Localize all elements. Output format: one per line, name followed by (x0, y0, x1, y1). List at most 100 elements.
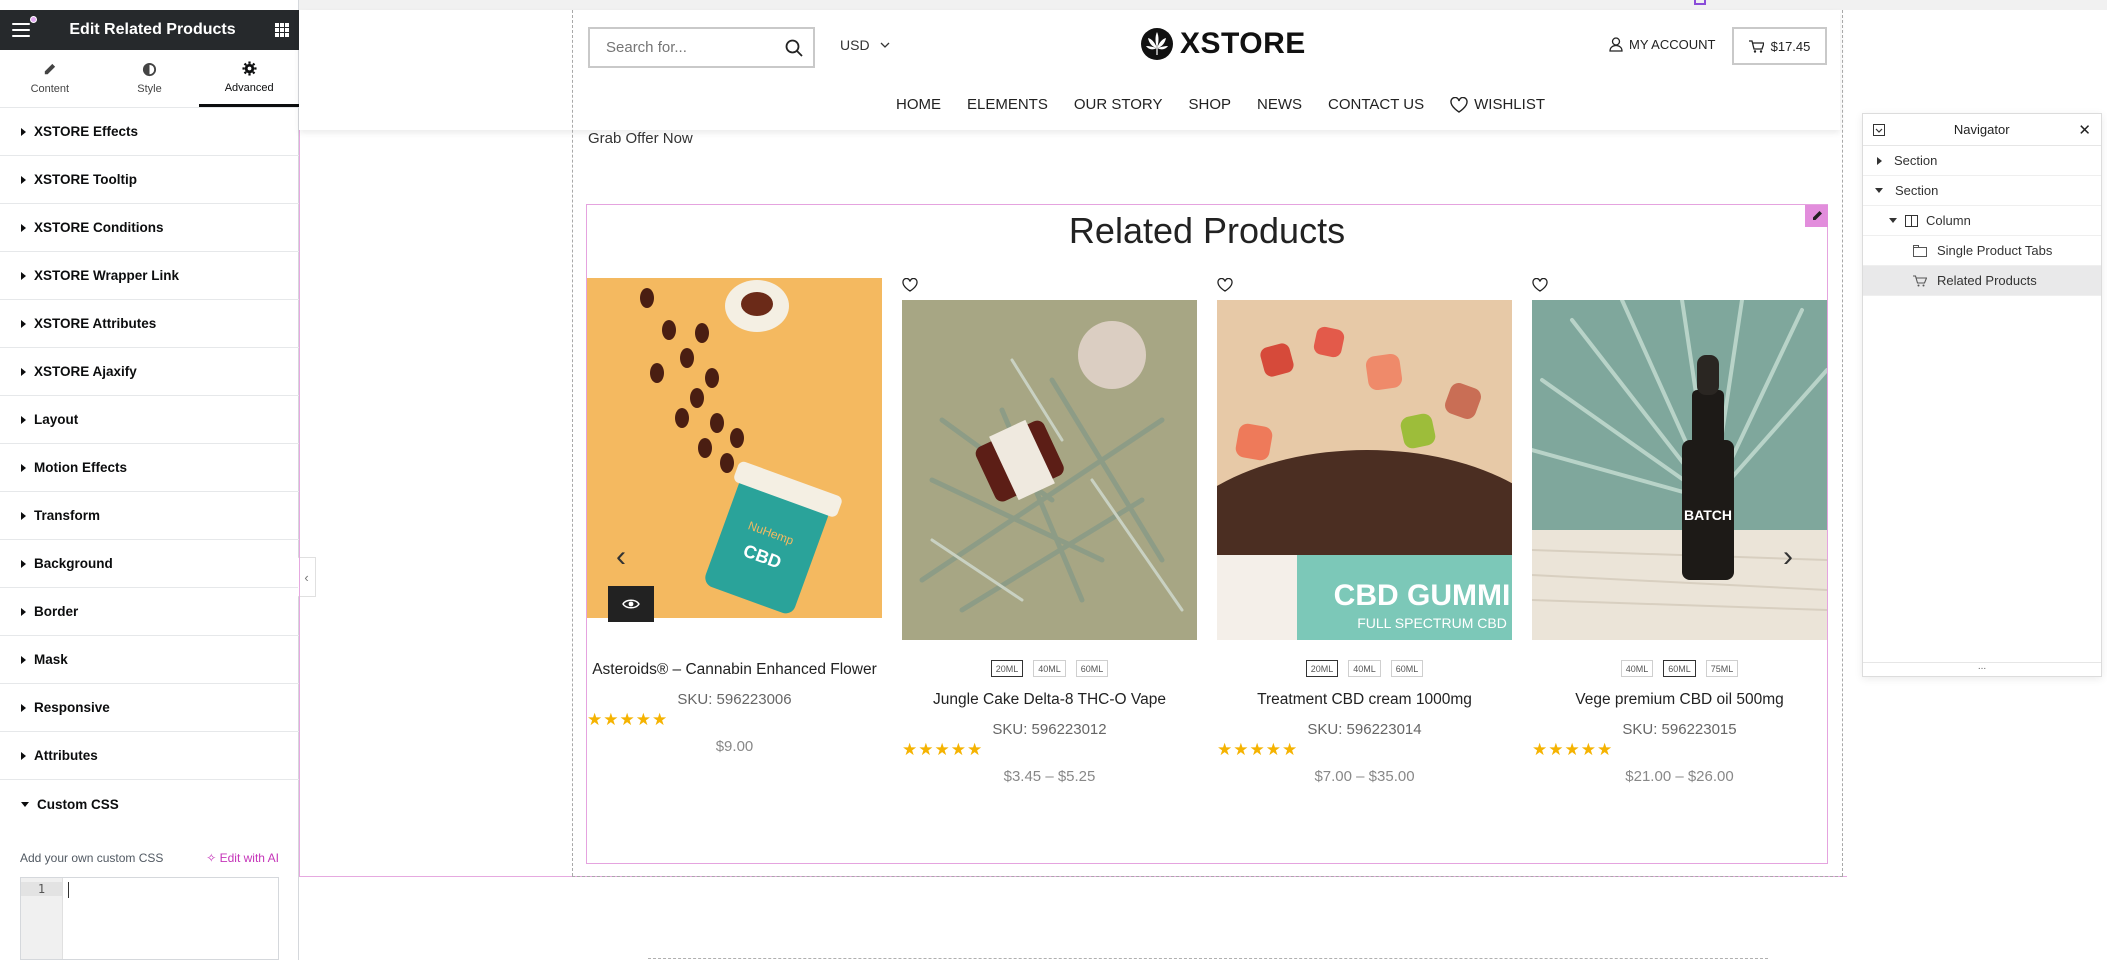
caret-right-icon (21, 319, 26, 328)
swatch-option[interactable]: 40ML (1620, 660, 1654, 677)
cbd-gummies-image: CBD GUMMIE FULL SPECTRUM CBD (1217, 300, 1512, 640)
section-outline-left (299, 10, 300, 876)
nav-item-shop[interactable]: SHOP (1189, 96, 1232, 113)
svg-text:CBD GUMMIE: CBD GUMMIE (1334, 579, 1512, 612)
section-border[interactable]: Border (0, 588, 299, 636)
product-sku: SKU: 596223006 (677, 691, 792, 708)
swatch-option[interactable]: 40ML (1033, 660, 1066, 677)
section-responsive[interactable]: Responsive (0, 684, 299, 732)
site-logo[interactable]: XSTORE (1140, 27, 1306, 61)
quick-view-button[interactable] (608, 586, 654, 622)
grab-offer-text: Grab Offer Now (588, 130, 693, 147)
search-input[interactable] (606, 39, 766, 56)
navigator-item-related-products[interactable]: Related Products (1863, 266, 2101, 296)
section-xstore-ajaxify[interactable]: XSTORE Ajaxify (0, 348, 299, 396)
swatch-option[interactable]: 20ML (1305, 660, 1339, 677)
edit-handle-icon[interactable] (1694, 0, 1706, 5)
section-custom-css[interactable]: Custom CSS (0, 780, 299, 828)
close-icon[interactable]: ✕ (2078, 121, 2091, 139)
apps-grid-icon[interactable] (275, 23, 289, 37)
caret-right-icon (21, 703, 26, 712)
caret-right-icon (21, 367, 26, 376)
swatch-option[interactable]: 75ML (1705, 660, 1739, 677)
navigator-item-single-product-tabs[interactable]: Single Product Tabs (1863, 236, 2101, 266)
collapse-all-icon[interactable] (1873, 123, 1885, 136)
user-icon (1609, 37, 1623, 52)
section-label: Border (34, 604, 79, 619)
product-name[interactable]: Jungle Cake Delta-8 THC-O Vape (902, 691, 1197, 709)
section-xstore-tooltip[interactable]: XSTORE Tooltip (0, 156, 299, 204)
caret-down-icon[interactable] (1875, 188, 1883, 193)
navigator-item-label: Section (1895, 183, 1939, 198)
line-number: 1 (21, 882, 62, 896)
product-image[interactable]: BATCH (1532, 300, 1827, 640)
navigator-panel: Navigator ✕ Section Section Column Singl… (1862, 113, 2102, 677)
navigator-item-section[interactable]: Section (1863, 146, 2101, 176)
product-image[interactable]: NuHemp CBD (587, 278, 882, 618)
wishlist-heart-icon[interactable] (1217, 278, 1233, 292)
tab-content[interactable]: Content (0, 50, 100, 107)
swatch-option[interactable]: 20ML (990, 660, 1024, 677)
main-nav: HOME ELEMENTS OUR STORY SHOP NEWS CONTAC… (896, 96, 1571, 113)
product-image[interactable] (902, 300, 1197, 640)
currency-select[interactable]: USD (840, 37, 890, 53)
svg-text:FULL SPECTRUM CBD: FULL SPECTRUM CBD (1357, 615, 1507, 631)
cart-button[interactable]: $17.45 (1732, 27, 1827, 65)
collapse-panel-button[interactable]: ‹ (298, 557, 316, 597)
carousel-next-arrow[interactable]: › (1783, 540, 1793, 574)
product-image[interactable]: CBD GUMMIE FULL SPECTRUM CBD (1217, 300, 1512, 640)
section-transform[interactable]: Transform (0, 492, 299, 540)
section-label: XSTORE Effects (34, 124, 139, 139)
section-label: Layout (34, 412, 79, 427)
section-xstore-effects[interactable]: XSTORE Effects (0, 108, 299, 156)
nav-item-wishlist[interactable]: WISHLIST (1450, 96, 1545, 113)
navigator-item-label: Related Products (1937, 273, 2037, 288)
chevron-left-icon: ‹ (304, 569, 309, 585)
search-icon[interactable] (785, 39, 803, 57)
product-name[interactable]: Asteroids® – Cannabin Enhanced Flower (587, 661, 882, 679)
nav-item-our-story[interactable]: OUR STORY (1074, 96, 1163, 113)
nav-item-home[interactable]: HOME (896, 96, 941, 113)
swatch-option[interactable]: 60ML (1390, 660, 1424, 677)
nav-label: ELEMENTS (967, 96, 1048, 113)
wishlist-heart-icon[interactable] (902, 278, 918, 292)
my-account-link[interactable]: MY ACCOUNT (1609, 37, 1715, 52)
navigator-item-column[interactable]: Column (1863, 206, 2101, 236)
caret-right-icon[interactable] (1877, 156, 1882, 165)
product-name[interactable]: Treatment CBD cream 1000mg (1217, 691, 1512, 709)
eye-icon (622, 599, 640, 609)
section-xstore-attributes[interactable]: XSTORE Attributes (0, 300, 299, 348)
edit-with-ai-link[interactable]: ✧ Edit with AI (206, 851, 279, 865)
section-xstore-wrapper-link[interactable]: XSTORE Wrapper Link (0, 252, 299, 300)
caret-down-icon[interactable] (1889, 218, 1897, 223)
tab-advanced[interactable]: Advanced (199, 50, 300, 107)
swatch-option[interactable]: 60ML (1663, 660, 1696, 677)
section-label: XSTORE Conditions (34, 220, 164, 235)
product-price: $3.45 – $5.25 (1003, 768, 1096, 785)
swatch-option[interactable]: 60ML (1075, 660, 1109, 677)
nav-item-elements[interactable]: ELEMENTS (967, 96, 1048, 113)
panel-tabs: Content Style Advanced (0, 50, 300, 108)
section-layout[interactable]: Layout (0, 396, 299, 444)
nav-item-news[interactable]: NEWS (1257, 96, 1302, 113)
section-label: Motion Effects (34, 460, 127, 475)
nav-item-contact-us[interactable]: CONTACT US (1328, 96, 1424, 113)
chevron-down-icon (880, 42, 890, 48)
section-background[interactable]: Background (0, 540, 299, 588)
section-mask[interactable]: Mask (0, 636, 299, 684)
section-label: Background (34, 556, 113, 571)
swatch-option[interactable]: 40ML (1348, 660, 1381, 677)
nav-label: OUR STORY (1073, 96, 1163, 113)
product-name[interactable]: Vege premium CBD oil 500mg (1532, 691, 1827, 709)
navigator-item-section[interactable]: Section (1863, 176, 2101, 206)
tab-style[interactable]: Style (100, 50, 200, 107)
product-sku: SKU: 596223014 (1307, 721, 1422, 738)
navigator-resize-handle[interactable]: ... (1863, 662, 2101, 676)
carousel-prev-arrow[interactable]: ‹ (616, 540, 626, 574)
section-attributes[interactable]: Attributes (0, 732, 299, 780)
section-motion-effects[interactable]: Motion Effects (0, 444, 299, 492)
section-xstore-conditions[interactable]: XSTORE Conditions (0, 204, 299, 252)
hamburger-menu-icon[interactable] (12, 16, 37, 37)
wishlist-heart-icon[interactable] (1532, 278, 1548, 292)
custom-css-editor[interactable]: 1 (20, 877, 279, 960)
